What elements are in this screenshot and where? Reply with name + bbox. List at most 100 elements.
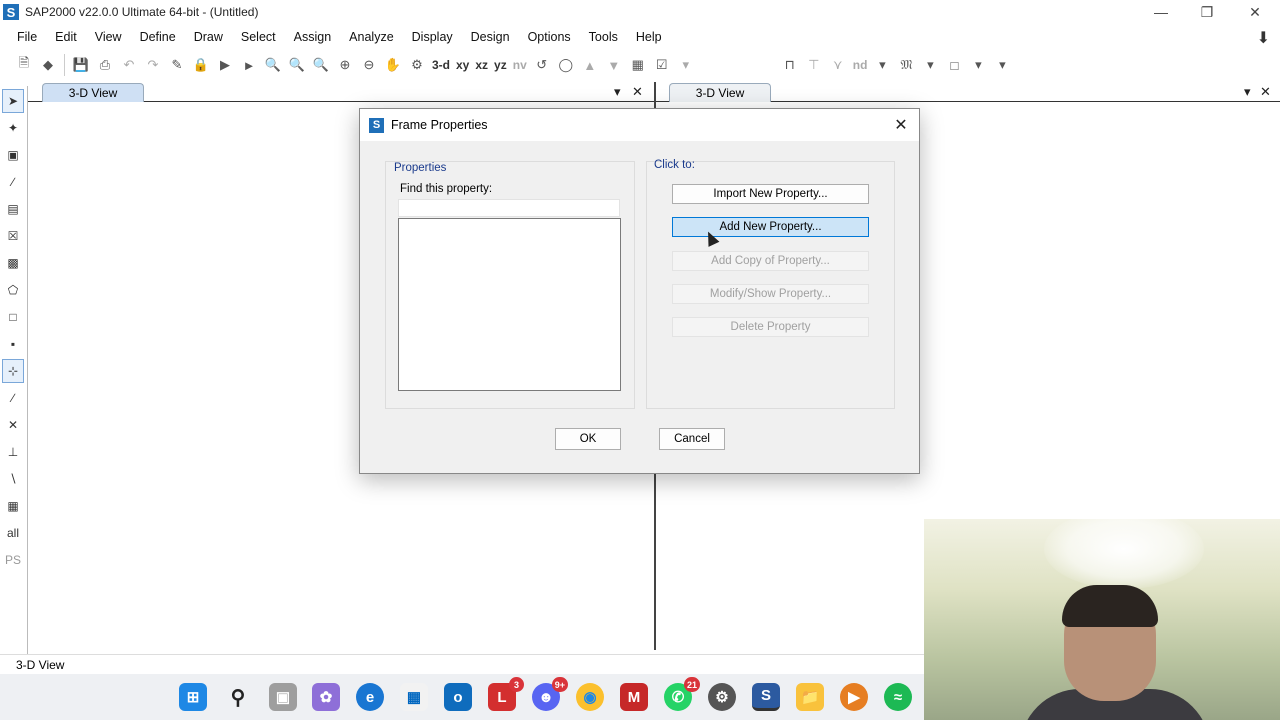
view-3d-button[interactable]: 3-d (429, 54, 453, 76)
search-icon[interactable]: ⚲ (224, 683, 252, 711)
menu-view[interactable]: View (86, 30, 131, 44)
panel-dropdown-icon[interactable]: ▾ (966, 54, 990, 76)
options-dropdown-icon[interactable]: ▾ (674, 54, 698, 76)
windows-start-icon[interactable]: ⊞ (179, 683, 207, 711)
zoom-in-icon[interactable]: ⊕ (333, 54, 357, 76)
menu-file[interactable]: File (8, 30, 46, 44)
frame-draw-icon[interactable]: ⊤ (802, 54, 826, 76)
pencil-icon[interactable]: ✎ (165, 54, 189, 76)
zoom-extents-icon[interactable]: 🔍 (285, 54, 309, 76)
view-xy-button[interactable]: xy (453, 54, 472, 76)
display-panel-icon[interactable]: □ (942, 54, 966, 76)
task-view-icon[interactable]: ▣ (269, 683, 297, 711)
menu-design[interactable]: Design (462, 30, 519, 44)
add-copy-property-button[interactable]: Add Copy of Property... (672, 251, 869, 271)
zoom-previous-icon[interactable]: 🔍 (309, 54, 333, 76)
menu-edit[interactable]: Edit (46, 30, 86, 44)
menu-display[interactable]: Display (403, 30, 462, 44)
close-window-icon[interactable]: ✕ (1232, 0, 1278, 24)
snap-perpendicular-icon[interactable]: ⊥ (2, 440, 24, 464)
draw-frame-icon[interactable]: ∕ (2, 170, 24, 194)
redo-icon[interactable]: ↷ (141, 54, 165, 76)
node-label-button[interactable]: nd (850, 54, 871, 76)
new-file-icon[interactable]: 🗎 (12, 54, 36, 76)
print-icon[interactable]: ⎙ (93, 54, 117, 76)
cancel-button[interactable]: Cancel (659, 428, 725, 450)
tab-left-3d-view[interactable]: 3-D View (42, 83, 144, 102)
more-dropdown-icon[interactable]: ▾ (990, 54, 1014, 76)
quick-frame-icon[interactable]: ▤ (2, 197, 24, 221)
zoom-out-icon[interactable]: ⊖ (357, 54, 381, 76)
spotify-icon[interactable]: ≈ (884, 683, 912, 711)
download-icon[interactable]: ⬇ (1257, 28, 1270, 48)
select-all-button[interactable]: all (2, 521, 24, 545)
menu-assign[interactable]: Assign (285, 30, 341, 44)
import-new-property-button[interactable]: Import New Property... (672, 184, 869, 204)
view-yz-button[interactable]: yz (491, 54, 510, 76)
lock-icon[interactable]: 🔒 (189, 54, 213, 76)
text-cursor-icon[interactable]: 𝔐 (894, 54, 918, 76)
sap2000-taskbar-icon[interactable]: S (752, 683, 780, 711)
draw-poly-area-icon[interactable]: ⬠ (2, 278, 24, 302)
object-shrink-icon[interactable]: ▦ (626, 54, 650, 76)
whatsapp-icon[interactable]: ✆ 21 (664, 677, 700, 711)
menu-draw[interactable]: Draw (185, 30, 232, 44)
tab-right-3d-view[interactable]: 3-D View (669, 83, 771, 102)
ok-button[interactable]: OK (555, 428, 621, 450)
frame-section-icon[interactable]: ⊓ (778, 54, 802, 76)
edge-browser-icon[interactable]: e (356, 683, 384, 711)
move-down-icon[interactable]: ▼ (602, 54, 626, 76)
discord-icon[interactable]: ☻ 9+ (532, 677, 568, 711)
pointer-icon[interactable]: ➤ (2, 89, 24, 113)
snap-points-icon[interactable]: ⊹ (2, 359, 24, 383)
menu-help[interactable]: Help (627, 30, 671, 44)
steam-icon[interactable]: ⚙ (708, 683, 736, 711)
pane-close-icon[interactable]: ✕ (632, 84, 643, 100)
dialog-close-icon[interactable]: ✕ (891, 115, 911, 135)
minimize-icon[interactable]: — (1138, 0, 1184, 24)
mcafee-icon[interactable]: M (620, 683, 648, 711)
check-icon[interactable]: ☑ (650, 54, 674, 76)
pan-hand-icon[interactable]: ✋ (381, 54, 405, 76)
run-now-icon[interactable]: ► (237, 54, 261, 76)
rotate-view-icon[interactable]: ↺ (530, 54, 554, 76)
property-list[interactable] (398, 218, 621, 391)
snap-edge-icon[interactable]: ∖ (2, 467, 24, 491)
perspective-icon[interactable]: ◯ (554, 54, 578, 76)
chrome-icon[interactable]: ◉ (576, 683, 604, 711)
quick-draw-icon[interactable]: ⋎ (826, 54, 850, 76)
pane-menu-icon[interactable]: ▾ (1244, 84, 1251, 100)
outlook-icon[interactable]: o (444, 683, 472, 711)
pane-close-icon[interactable]: ✕ (1260, 84, 1271, 100)
pane-menu-icon[interactable]: ▾ (614, 84, 621, 100)
reshape-icon[interactable]: ✦ (2, 116, 24, 140)
run-analysis-icon[interactable]: ▶ (213, 54, 237, 76)
nd-dropdown-icon[interactable]: ▾ (870, 54, 894, 76)
set-display-icon[interactable]: ⚙ (405, 54, 429, 76)
media-player-icon[interactable]: ▶ (840, 683, 868, 711)
copilot-icon[interactable]: ✿ (312, 683, 340, 711)
restore-icon[interactable]: ❐ (1184, 0, 1230, 24)
zoom-window-icon[interactable]: 🔍 (261, 54, 285, 76)
lexmark-icon[interactable]: L3 (488, 677, 524, 711)
store-icon[interactable]: ▦ (400, 683, 428, 711)
menu-tools[interactable]: Tools (580, 30, 627, 44)
menu-define[interactable]: Define (131, 30, 185, 44)
snap-intersection-icon[interactable]: ✕ (2, 413, 24, 437)
snap-line-icon[interactable]: ∕ (2, 386, 24, 410)
quick-brace-icon[interactable]: ☒ (2, 224, 24, 248)
snap-grid-icon[interactable]: ▦ (2, 494, 24, 518)
undo-icon[interactable]: ↶ (117, 54, 141, 76)
move-up-icon[interactable]: ▲ (578, 54, 602, 76)
draw-cable-icon[interactable]: ▩ (2, 251, 24, 275)
modify-show-property-button[interactable]: Modify/Show Property... (672, 284, 869, 304)
view-xz-button[interactable]: xz (472, 54, 491, 76)
menu-options[interactable]: Options (519, 30, 580, 44)
view-nv-button[interactable]: nv (510, 54, 530, 76)
delete-property-button[interactable]: Delete Property (672, 317, 869, 337)
draw-solid-icon[interactable]: ▪ (2, 332, 24, 356)
save-icon[interactable]: 💾 (69, 54, 93, 76)
text-dropdown-icon[interactable]: ▾ (918, 54, 942, 76)
menu-select[interactable]: Select (232, 30, 285, 44)
draw-rect-area-icon[interactable]: □ (2, 305, 24, 329)
